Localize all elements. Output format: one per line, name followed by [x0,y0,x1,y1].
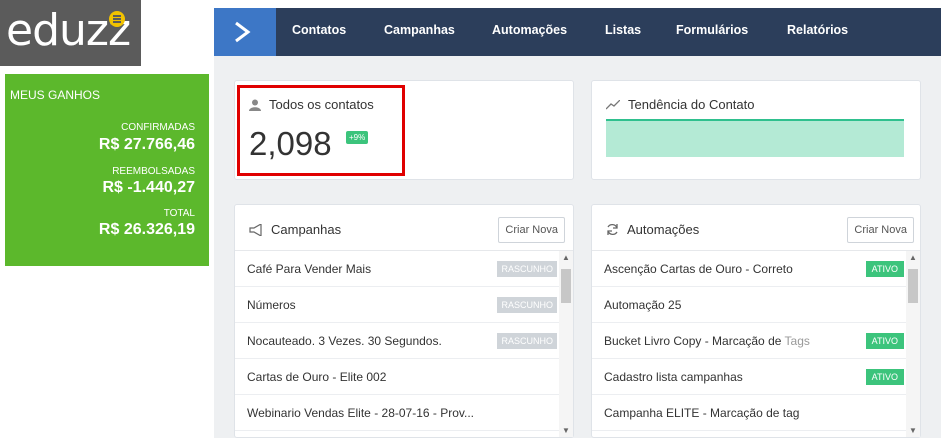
highlight-annotation [237,85,405,176]
nav-brand-button[interactable] [214,8,276,56]
scroll-thumb[interactable] [908,269,918,303]
eduzz-logo[interactable]: eduzz [0,0,141,66]
automations-scrollbar[interactable]: ▲ ▼ [906,251,920,437]
earnings-title: MEUS GANHOS [10,88,101,102]
list-item[interactable]: Bucket Livro Copy - Marcação de Tags ATI… [592,323,920,359]
campaign-name: Webinario Vendas Elite - 28-07-16 - Prov… [247,406,475,420]
megaphone-icon [249,223,262,236]
campaigns-list: Café Para Vender Mais RASCUNHO Números R… [235,250,573,437]
refunded-value: R$ -1.440,27 [102,179,195,196]
campaign-name: Cartas de Ouro - Elite 002 [247,370,387,384]
campaign-name: Nocauteado. 3 Vezes. 30 Segundos. [247,334,442,348]
confirmed-label: CONFIRMADAS [121,122,195,133]
create-campaign-button[interactable]: Criar Nova [498,217,565,243]
status-badge: ATIVO [865,369,904,385]
campaigns-title-text: Campanhas [271,222,342,237]
automations-list: Ascenção Cartas de Ouro - Correto ATIVO … [592,250,920,437]
scroll-down-icon[interactable]: ▼ [908,426,918,435]
nav-formularios[interactable]: Formulários [676,23,748,37]
chevron-right-icon [235,21,251,43]
confirmed-value: R$ 27.766,46 [98,136,195,153]
app-root: eduzz MEUS GANHOS CONFIRMADAS R$ 27.766,… [0,0,941,438]
refresh-icon [607,223,618,236]
scroll-thumb[interactable] [561,269,571,303]
trend-card-title: Tendência do Contato [606,97,754,112]
logo-mark-icon [109,11,125,27]
list-item[interactable]: Campanha ELITE - Marcação de tag [592,395,920,431]
status-badge: ATIVO [865,261,904,277]
campaigns-scrollbar[interactable]: ▲ ▼ [559,251,573,437]
campaigns-card-title: Campanhas [249,222,341,237]
trend-line-icon [606,99,620,109]
list-item[interactable]: Webinario Vendas Elite - 28-07-16 - Prov… [235,395,573,431]
nav-campanhas[interactable]: Campanhas [384,23,455,37]
campaign-name: Números [247,298,296,312]
create-automation-button[interactable]: Criar Nova [847,217,914,243]
automation-name: Cadastro lista campanhas [604,370,743,384]
status-badge: ATIVO [865,333,904,349]
status-badge: RASCUNHO [497,333,557,349]
trend-title-text: Tendência do Contato [628,97,755,112]
list-item[interactable]: Automação 25 [592,287,920,323]
campaigns-card: Campanhas Criar Nova Café Para Vender Ma… [234,204,574,438]
list-item[interactable]: Nocauteado. 3 Vezes. 30 Segundos. RASCUN… [235,323,573,359]
nav-listas[interactable]: Listas [605,23,641,37]
automation-name: Bucket Livro Copy - Marcação de [604,334,782,348]
automations-title-text: Automações [627,222,700,237]
trend-chart-area [606,119,904,157]
refunded-label: REEMBOLSADAS [112,166,195,177]
scroll-down-icon[interactable]: ▼ [561,426,571,435]
total-label: TOTAL [163,208,195,219]
list-item[interactable]: Cartas de Ouro - Elite 002 [235,359,573,395]
list-item[interactable]: Cadastro lista campanhas ATIVO [592,359,920,395]
top-navigation: Contatos Campanhas Automações Listas For… [214,8,941,56]
total-value: R$ 26.326,19 [98,221,195,238]
nav-contatos[interactable]: Contatos [292,23,346,37]
automation-name: Campanha ELITE - Marcação de tag [604,406,800,420]
nav-automacoes[interactable]: Automações [492,23,567,37]
list-item[interactable]: Números RASCUNHO [235,287,573,323]
list-item[interactable]: Ascenção Cartas de Ouro - Correto ATIVO [592,251,920,287]
automations-card-title: Automações [606,222,699,237]
campaign-name: Café Para Vender Mais [247,262,372,276]
automations-card: Automações Criar Nova Ascenção Cartas de… [591,204,921,438]
list-item[interactable]: Café Para Vender Mais RASCUNHO [235,251,573,287]
scroll-up-icon[interactable]: ▲ [908,253,918,262]
automation-name-tag: Tags [784,334,810,348]
automation-name: Ascenção Cartas de Ouro - Correto [604,262,793,276]
status-badge: RASCUNHO [497,297,557,313]
automation-name: Automação 25 [604,298,682,312]
scroll-up-icon[interactable]: ▲ [561,253,571,262]
status-badge: RASCUNHO [497,261,557,277]
trend-card[interactable]: Tendência do Contato [591,80,921,180]
earnings-panel: MEUS GANHOS CONFIRMADAS R$ 27.766,46 REE… [5,74,209,266]
nav-relatorios[interactable]: Relatórios [787,23,848,37]
